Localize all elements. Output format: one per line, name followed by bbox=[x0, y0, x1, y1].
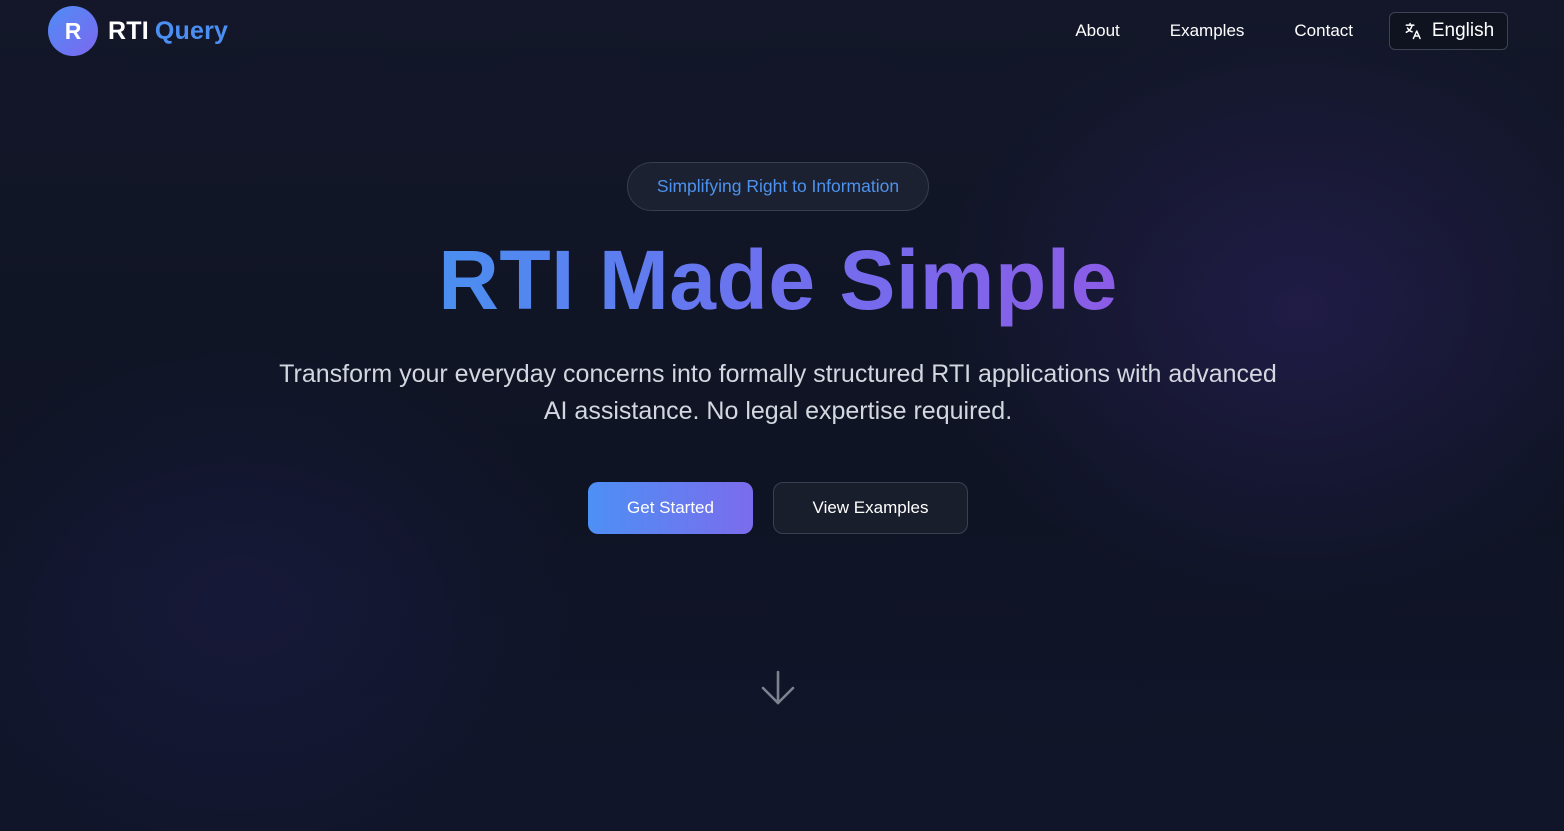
tagline-badge: Simplifying Right to Information bbox=[627, 162, 929, 211]
view-examples-button[interactable]: View Examples bbox=[773, 482, 968, 534]
brand-name-query: Query bbox=[154, 16, 229, 45]
hero-title-text: RTI Made Simple bbox=[438, 233, 1118, 327]
language-selector-button[interactable]: English bbox=[1389, 12, 1508, 50]
brand-badge-letter: R bbox=[64, 17, 82, 44]
tagline-text: Simplifying Right to Information bbox=[656, 176, 900, 196]
brand-logo-link[interactable]: R RTI Query bbox=[48, 6, 228, 56]
get-started-button[interactable]: Get Started bbox=[588, 482, 753, 534]
hero-title: RTI Made Simple bbox=[0, 232, 1556, 328]
language-label: English bbox=[1431, 20, 1495, 41]
main-nav: About Examples Contact English bbox=[1075, 12, 1508, 50]
nav-link-about[interactable]: About bbox=[1075, 21, 1119, 41]
nav-link-examples[interactable]: Examples bbox=[1170, 21, 1245, 41]
arrow-down-icon[interactable] bbox=[760, 668, 796, 708]
brand-name-rti: RTI bbox=[108, 16, 149, 45]
get-started-label: Get Started bbox=[627, 498, 714, 517]
top-navbar: R RTI Query About Examples Contact Englis… bbox=[0, 0, 1564, 62]
view-examples-label: View Examples bbox=[812, 498, 929, 517]
brand-name: RTI Query bbox=[108, 17, 228, 46]
translate-icon bbox=[1405, 22, 1421, 40]
nav-link-contact[interactable]: Contact bbox=[1294, 21, 1353, 41]
brand-badge: R bbox=[48, 6, 98, 56]
hero-description: Transform your everyday concerns into fo… bbox=[279, 360, 1277, 425]
